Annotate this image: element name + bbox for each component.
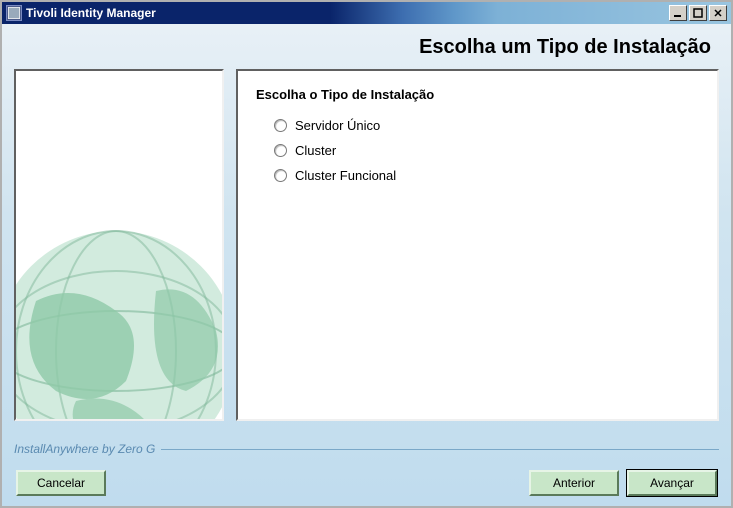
close-icon — [713, 8, 723, 18]
radio-label: Servidor Único — [295, 118, 380, 133]
radio-label: Cluster Funcional — [295, 168, 396, 183]
maximize-button[interactable] — [689, 5, 707, 21]
page-title: Escolha um Tipo de Instalação — [2, 24, 731, 69]
installer-window: Tivoli Identity Manager Escolha um Tipo … — [0, 0, 733, 508]
radio-option-functional-cluster[interactable]: Cluster Funcional — [274, 168, 699, 183]
installer-body: Escolha um Tipo de Instalação Escolha o … — [2, 24, 731, 506]
divider-line — [161, 449, 719, 450]
titlebar: Tivoli Identity Manager — [2, 2, 731, 24]
section-heading: Escolha o Tipo de Instalação — [256, 87, 699, 102]
button-bar: Cancelar Anterior Avançar — [2, 460, 731, 506]
maximize-icon — [693, 8, 703, 18]
button-label: Avançar — [650, 476, 694, 490]
globe-artwork — [14, 221, 224, 421]
branding-footer: InstallAnywhere by Zero G — [14, 442, 719, 456]
left-image-panel — [14, 69, 224, 421]
minimize-button[interactable] — [669, 5, 687, 21]
radio-option-single-server[interactable]: Servidor Único — [274, 118, 699, 133]
button-label: Anterior — [553, 476, 595, 490]
options-panel: Escolha o Tipo de Instalação Servidor Ún… — [236, 69, 719, 421]
window-controls — [669, 5, 727, 21]
radio-icon — [274, 119, 287, 132]
radio-option-cluster[interactable]: Cluster — [274, 143, 699, 158]
install-type-radio-group: Servidor Único Cluster Cluster Funcional — [256, 118, 699, 183]
back-button[interactable]: Anterior — [529, 470, 619, 496]
next-button[interactable]: Avançar — [627, 470, 717, 496]
content-row: Escolha o Tipo de Instalação Servidor Ún… — [2, 69, 731, 460]
radio-label: Cluster — [295, 143, 336, 158]
branding-text: InstallAnywhere by Zero G — [14, 442, 155, 456]
minimize-icon — [673, 8, 683, 18]
window-title: Tivoli Identity Manager — [26, 6, 669, 20]
button-label: Cancelar — [37, 476, 85, 490]
app-icon — [6, 5, 22, 21]
cancel-button[interactable]: Cancelar — [16, 470, 106, 496]
radio-icon — [274, 144, 287, 157]
radio-icon — [274, 169, 287, 182]
close-button[interactable] — [709, 5, 727, 21]
